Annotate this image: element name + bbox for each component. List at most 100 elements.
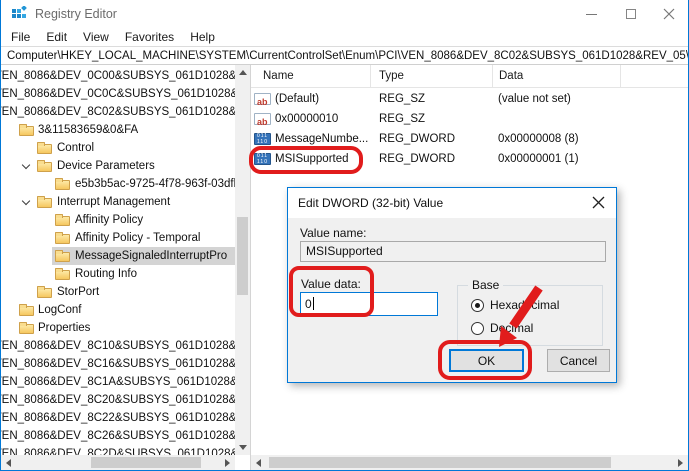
tree-item-label: VEN_8086&DEV_8C02&SUBSYS_061D1028&R	[1, 103, 235, 121]
base-group-label: Base	[468, 278, 503, 292]
close-button[interactable]	[652, 0, 686, 28]
scrollbar-thumb[interactable]	[91, 457, 201, 468]
menu-file[interactable]: File	[3, 28, 38, 46]
column-header-data[interactable]: Data	[493, 65, 621, 87]
column-header-type[interactable]: Type	[371, 65, 493, 87]
menu-view[interactable]: View	[75, 28, 117, 46]
tree-item-label: Control	[57, 139, 94, 157]
tree-item-label: StorPort	[57, 283, 99, 301]
scroll-right-button[interactable]	[673, 455, 688, 470]
value-data-field[interactable]: 0	[300, 292, 438, 316]
chevron-down-icon[interactable]	[22, 197, 30, 205]
folder-icon	[19, 126, 34, 136]
tree-item[interactable]: VEN_8086&DEV_0C00&SUBSYS_061D1028&R	[1, 67, 235, 85]
dword-icon	[254, 153, 271, 165]
arrow-up-icon	[239, 70, 247, 75]
cell-data: 0x00000008 (8)	[498, 129, 579, 149]
tree-item-label: VEN_8086&DEV_0C0C&SUBSYS_061D1028&	[1, 85, 235, 103]
minimize-button[interactable]	[574, 0, 608, 28]
tree-item[interactable]: VEN_8086&DEV_8C02&SUBSYS_061D1028&R	[1, 103, 235, 121]
value-data-label: Value data:	[301, 277, 361, 291]
tree-item[interactable]: VEN_8086&DEV_8C20&SUBSYS_061D1028&R	[1, 391, 235, 409]
address-input[interactable]	[1, 50, 688, 62]
radio-button-icon	[471, 322, 484, 335]
dialog-titlebar: Edit DWORD (32-bit) Value	[288, 188, 616, 218]
menu-favorites[interactable]: Favorites	[117, 28, 182, 46]
arrow-down-icon	[239, 445, 247, 450]
radio-decimal[interactable]: Decimal	[471, 321, 533, 335]
scroll-left-button[interactable]	[1, 455, 16, 470]
scrollbar-thumb[interactable]	[237, 217, 248, 295]
table-row[interactable]: MessageNumbe... REG_DWORD 0x00000008 (8)	[251, 129, 688, 149]
cell-type: REG_DWORD	[379, 129, 455, 149]
folder-icon	[19, 306, 34, 316]
folder-icon	[37, 144, 52, 154]
string-icon	[254, 113, 271, 125]
table-row[interactable]: (Default) REG_SZ (value not set)	[251, 89, 688, 109]
folder-icon	[19, 324, 34, 334]
menu-help[interactable]: Help	[182, 28, 223, 46]
scroll-down-button[interactable]	[235, 440, 250, 455]
scrollbar-thumb[interactable]	[269, 457, 611, 468]
tree-item[interactable]: Affinity Policy - Temporal	[1, 229, 235, 247]
tree-item-label: VEN_8086&DEV_8C20&SUBSYS_061D1028&R	[1, 391, 235, 409]
tree-item[interactable]: VEN_8086&DEV_8C26&SUBSYS_061D1028&R	[1, 427, 235, 445]
radio-hexadecimal[interactable]: Hexadecimal	[471, 298, 559, 312]
string-icon	[254, 93, 271, 105]
tree-item[interactable]: Device Parameters	[1, 157, 235, 175]
tree-item-label: VEN_8086&DEV_8C2D&SUBSYS_061D1028&	[1, 445, 235, 455]
tree-item[interactable]: VEN_8086&DEV_8C16&SUBSYS_061D1028&R	[1, 355, 235, 373]
tree-item[interactable]: e5b3b5ac-9725-4f78-963f-03dfb1	[1, 175, 235, 193]
tree-item-label: Affinity Policy - Temporal	[75, 229, 200, 247]
tree-panel-rows: VEN_8086&DEV_0C00&SUBSYS_061D1028&RVEN_8…	[1, 67, 235, 455]
cell-data: (value not set)	[498, 89, 571, 109]
menu-edit[interactable]: Edit	[38, 28, 75, 46]
maximize-button[interactable]	[614, 0, 648, 28]
cell-type: REG_DWORD	[379, 149, 455, 169]
tree-item[interactable]: Affinity Policy	[1, 211, 235, 229]
tree-item[interactable]: StorPort	[1, 283, 235, 301]
tree-item-label: Interrupt Management	[57, 193, 170, 211]
folder-icon	[55, 234, 70, 244]
arrow-right-icon	[678, 459, 683, 467]
value-name-field[interactable]: MSISupported	[300, 241, 606, 262]
cell-type: REG_SZ	[379, 89, 425, 109]
scroll-up-button[interactable]	[235, 65, 250, 80]
tree-item-label: VEN_8086&DEV_8C16&SUBSYS_061D1028&R	[1, 355, 235, 373]
arrow-left-icon	[256, 459, 261, 467]
tree-item-label: VEN_8086&DEV_8C22&SUBSYS_061D1028&R	[1, 409, 235, 427]
tree-item[interactable]: MessageSignaledInterruptPro	[1, 247, 235, 265]
tree-item[interactable]: VEN_8086&DEV_8C22&SUBSYS_061D1028&R	[1, 409, 235, 427]
tree-item[interactable]: Routing Info	[1, 265, 235, 283]
list-horizontal-scrollbar[interactable]	[251, 455, 688, 470]
cell-name: MessageNumbe...	[275, 129, 368, 149]
tree-item[interactable]: VEN_8086&DEV_0C0C&SUBSYS_061D1028&	[1, 85, 235, 103]
scroll-right-button[interactable]	[220, 455, 235, 470]
chevron-down-icon[interactable]	[22, 161, 30, 169]
cancel-button[interactable]: Cancel	[547, 349, 610, 372]
dword-icon	[254, 133, 271, 145]
tree-vertical-scrollbar[interactable]	[235, 65, 250, 455]
table-row[interactable]: MSISupportedREG_DWORD0x00000001 (1)	[251, 149, 688, 169]
tree-item[interactable]: 3&11583659&0&FA	[1, 121, 235, 139]
tree-item[interactable]: VEN_8086&DEV_8C2D&SUBSYS_061D1028&	[1, 445, 235, 455]
tree-item[interactable]: Control	[1, 139, 235, 157]
minimize-icon	[586, 14, 597, 15]
cell-name: (Default)	[275, 89, 319, 109]
registry-editor-window: Registry Editor File Edit View Favorites…	[0, 0, 689, 471]
tree-item[interactable]: VEN_8086&DEV_8C10&SUBSYS_061D1028&R	[1, 337, 235, 355]
tree-item[interactable]: Properties	[1, 319, 235, 337]
tree-item[interactable]: LogConf	[1, 301, 235, 319]
folder-icon	[55, 216, 70, 226]
dialog-close-button[interactable]	[592, 196, 606, 210]
ok-button[interactable]: OK	[449, 349, 524, 372]
maximize-icon	[626, 9, 636, 19]
tree-horizontal-scrollbar[interactable]	[1, 455, 235, 470]
column-header-name[interactable]: Name	[251, 65, 371, 87]
folder-icon	[55, 270, 70, 280]
scroll-left-button[interactable]	[251, 455, 266, 470]
folder-icon	[37, 162, 52, 172]
tree-item[interactable]: Interrupt Management	[1, 193, 235, 211]
tree-item[interactable]: VEN_8086&DEV_8C1A&SUBSYS_061D1028&	[1, 373, 235, 391]
table-row[interactable]: 0x00000010REG_SZ	[251, 109, 688, 129]
